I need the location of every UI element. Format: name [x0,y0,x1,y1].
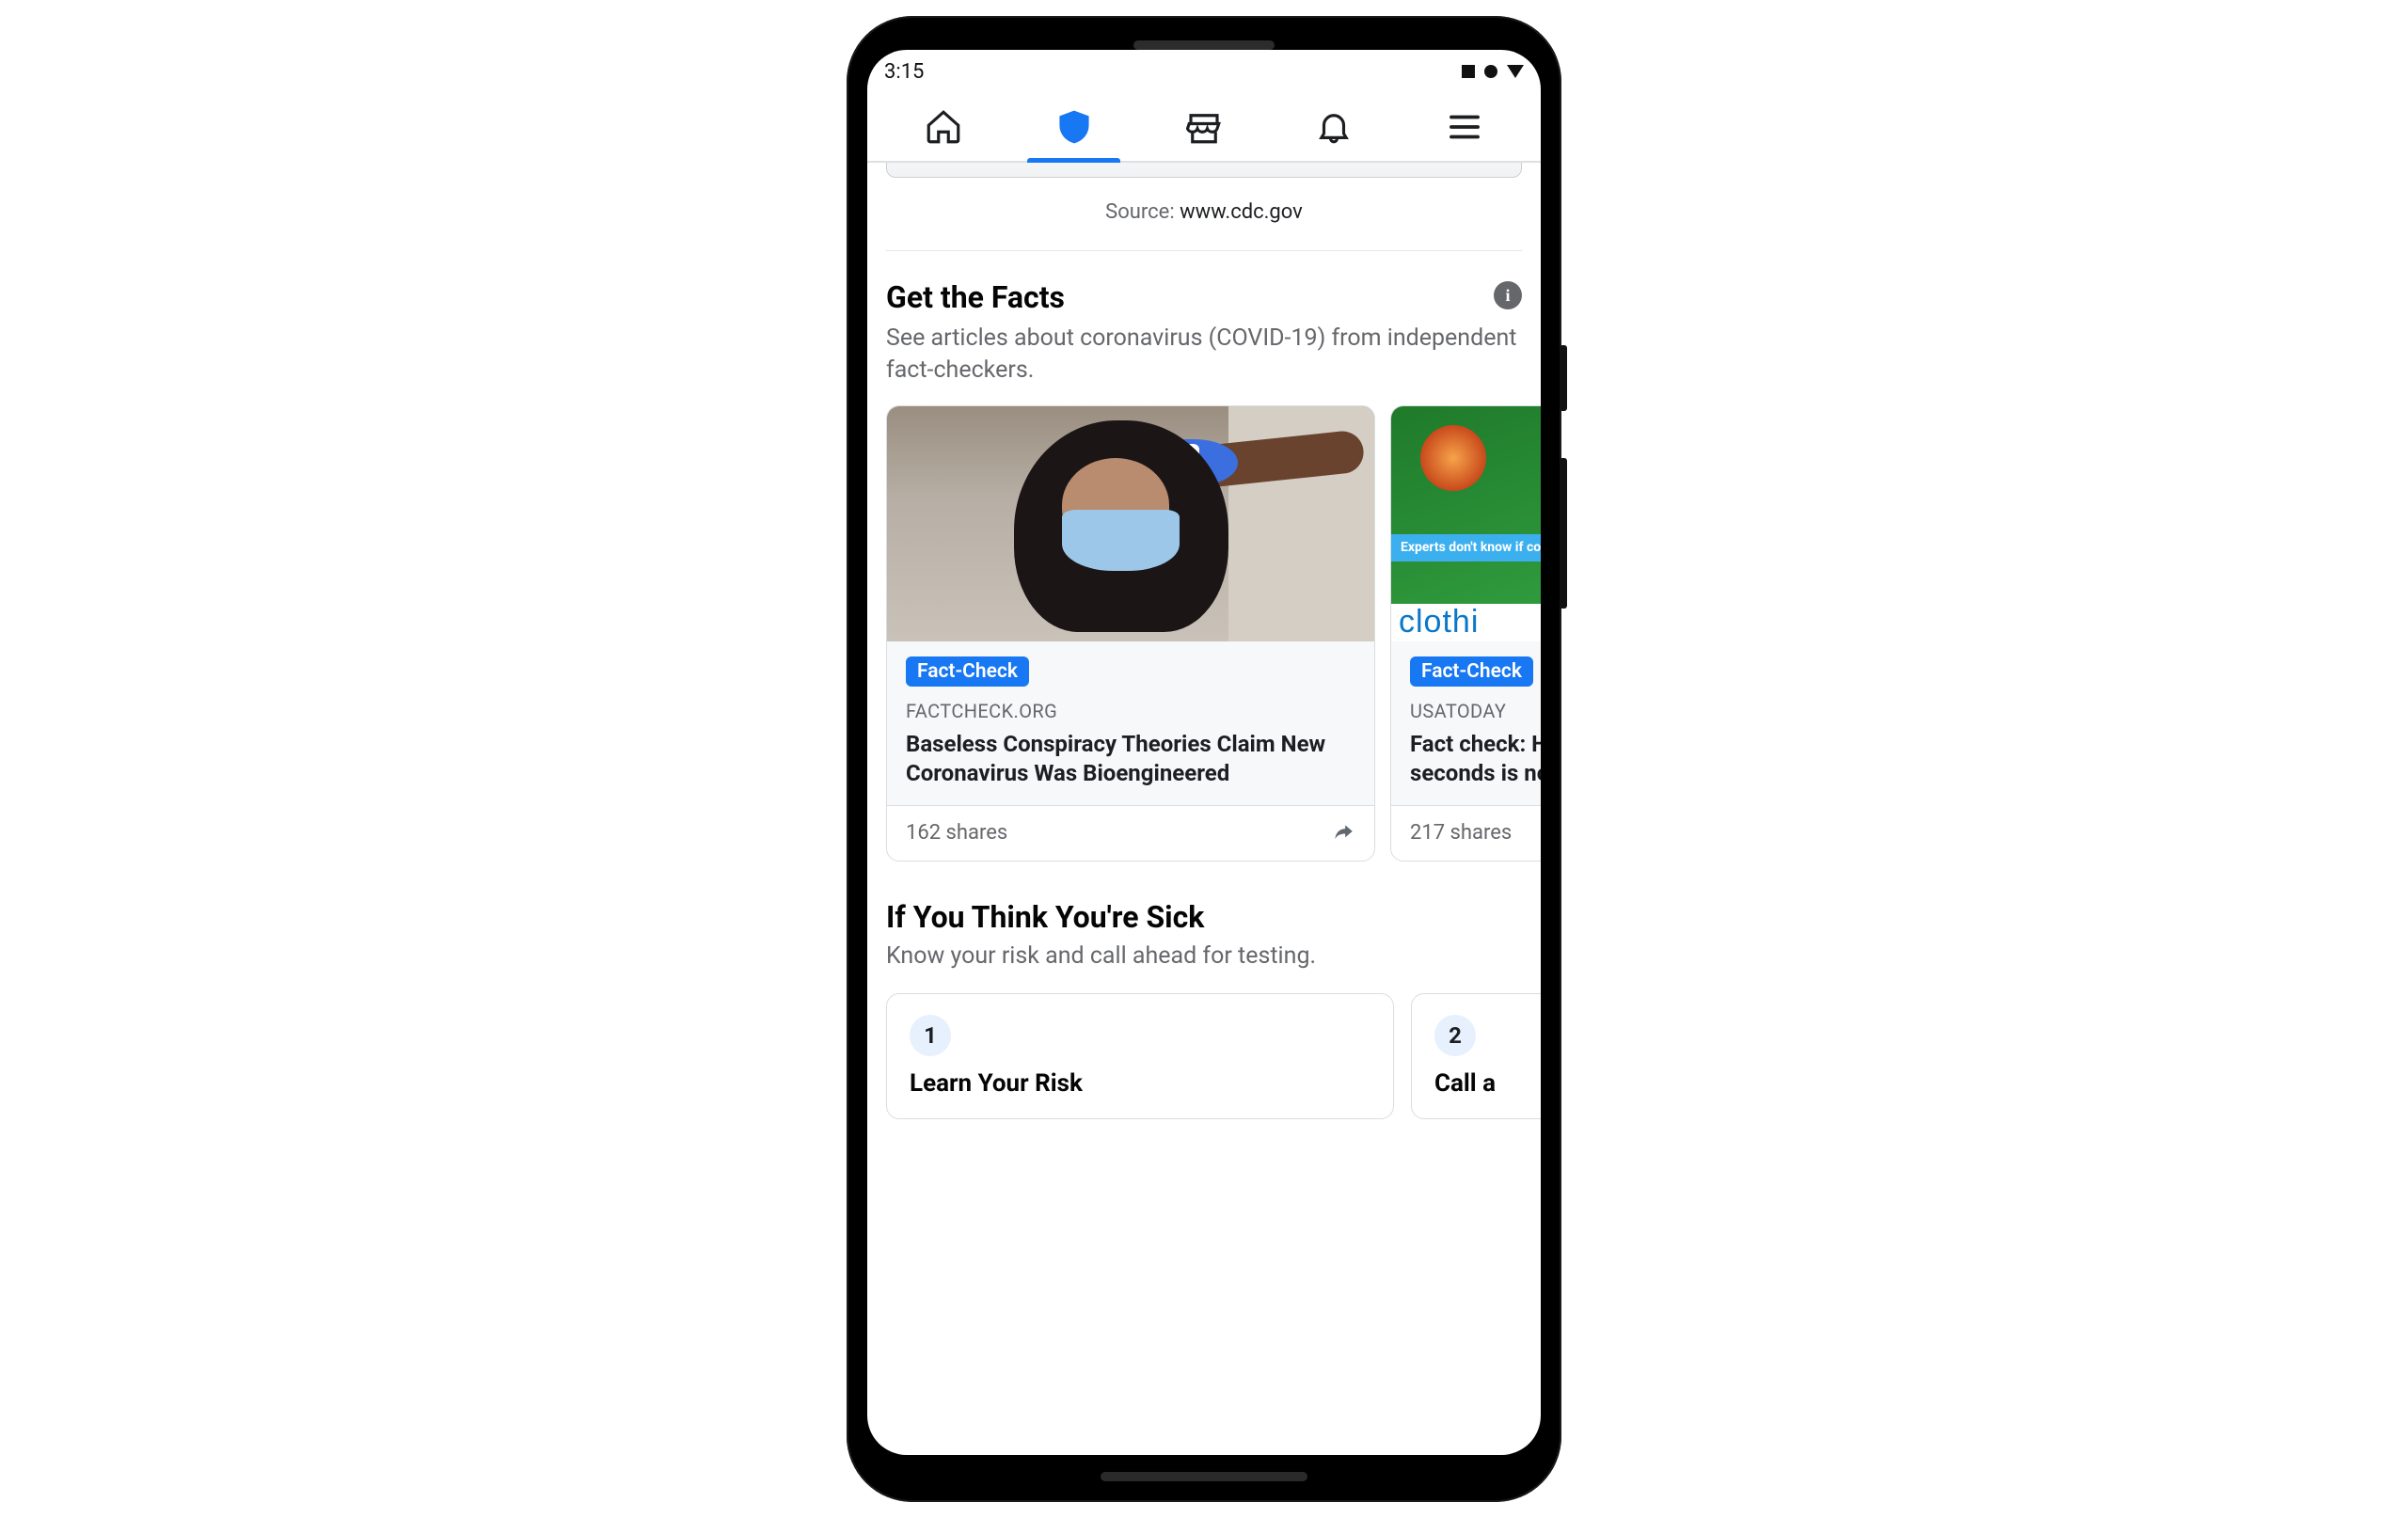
menu-icon [1445,107,1484,147]
step-card[interactable]: 2 Call a [1411,993,1541,1119]
card-thumbnail [887,406,1374,641]
phone-speaker [1133,40,1275,50]
steps-carousel[interactable]: 1 Learn Your Risk 2 Call a [886,993,1541,1119]
step-number: 1 [910,1015,951,1056]
phone-side-button [1560,345,1567,411]
home-icon [924,107,963,147]
sick-subtitle: Know your risk and call ahead for testin… [886,941,1522,972]
status-square-icon [1462,65,1475,78]
menu-tab[interactable] [1400,93,1529,161]
status-icons [1462,65,1524,78]
sick-section: If You Think You're Sick Know your risk … [886,899,1522,1119]
fact-check-badge: Fact-Check [906,656,1029,687]
status-bar: 3:15 [867,50,1541,93]
status-circle-icon [1484,65,1497,78]
bell-icon [1314,107,1354,147]
step-title: Call a [1434,1069,1541,1098]
info-icon[interactable]: i [1494,281,1522,309]
status-time: 3:15 [884,60,924,84]
fact-card[interactable]: Experts don't know if coronavirus is tra… [1390,405,1541,862]
heart-shield-icon [1054,107,1094,147]
thumb-cloth-text: clothi [1399,604,1479,640]
facts-heading: Get the Facts [886,279,1482,315]
fact-card[interactable]: Fact-Check FACTCHECK.ORG Baseless Conspi… [886,405,1375,862]
step-title: Learn Your Risk [910,1069,1370,1098]
facts-header: Get the Facts i [886,279,1522,315]
step-number: 2 [1434,1015,1476,1056]
sick-heading: If You Think You're Sick [886,899,1522,935]
phone-home-bar [1101,1472,1307,1481]
source-prefix: Source: [1105,200,1180,224]
home-tab[interactable] [879,93,1008,161]
source-line: Source: www.cdc.gov [886,200,1522,251]
thumb-banner: Experts don't know if coronavirus is tra… [1391,534,1541,561]
card-headline: Baseless Conspiracy Theories Claim New C… [906,730,1355,788]
marketplace-icon [1184,107,1224,147]
step-card[interactable]: 1 Learn Your Risk [886,993,1394,1119]
learn-more-label: Learn More [1144,163,1264,167]
content-area[interactable]: Learn More Source: www.cdc.gov Get the F… [867,163,1541,1455]
card-shares: 217 shares [1410,821,1512,845]
learn-more-button[interactable]: Learn More [886,163,1522,178]
share-icon[interactable] [1331,821,1355,846]
source-domain: www.cdc.gov [1180,200,1303,224]
wellness-tab[interactable] [1008,93,1138,161]
status-triangle-icon [1507,65,1524,78]
card-source: FACTCHECK.ORG [906,700,1355,722]
card-source: USATODAY [1410,700,1541,722]
marketplace-tab[interactable] [1139,93,1269,161]
card-shares: 162 shares [906,821,1007,845]
fact-check-badge: Fact-Check [1410,656,1533,687]
facts-subtitle: See articles about coronavirus (COVID-19… [886,323,1522,387]
phone-frame: 3:15 [847,16,1561,1502]
card-thumbnail: Experts don't know if coronavirus is tra… [1391,406,1541,641]
facts-carousel[interactable]: Fact-Check FACTCHECK.ORG Baseless Conspi… [886,405,1541,862]
card-headline: Fact check: Holding your breath for 10 s… [1410,730,1541,788]
top-nav [867,93,1541,163]
notifications-tab[interactable] [1269,93,1399,161]
screen: 3:15 [867,50,1541,1455]
phone-side-button [1560,458,1567,609]
